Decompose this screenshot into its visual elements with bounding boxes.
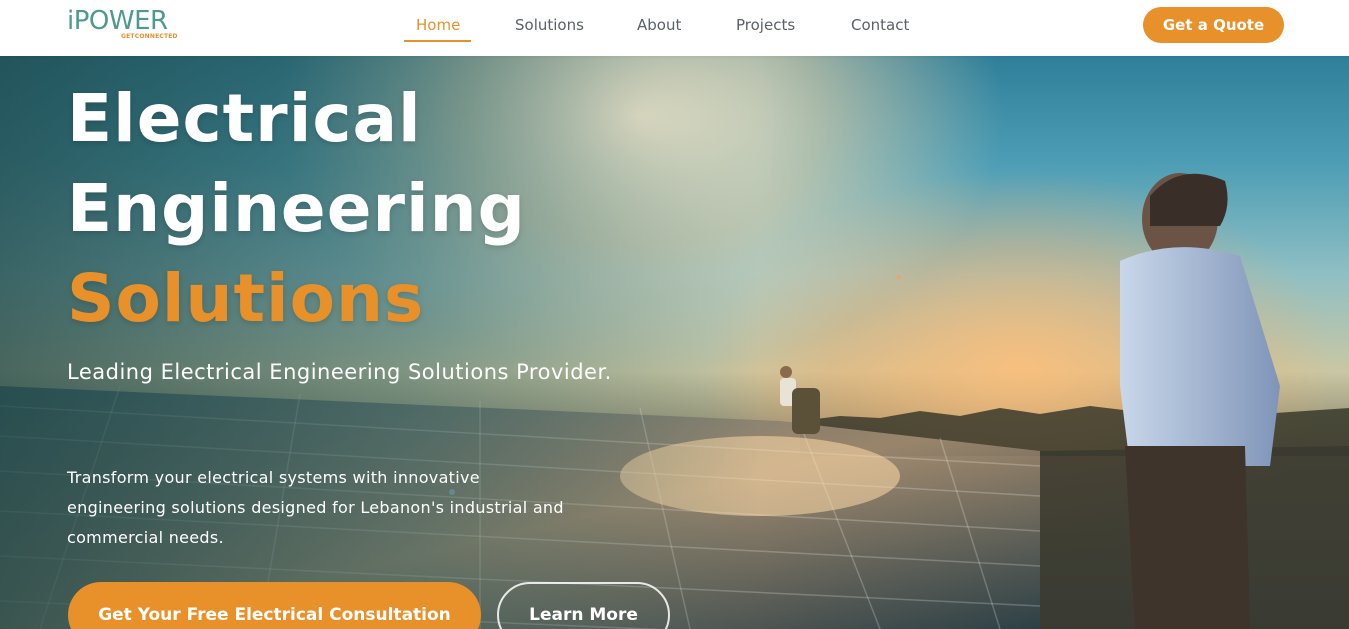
nav-solutions[interactable]: Solutions: [515, 15, 584, 35]
nav-home[interactable]: Home: [416, 15, 460, 35]
hero-title-accent: Solutions: [67, 260, 425, 337]
get-a-quote-button[interactable]: Get a Quote: [1143, 7, 1284, 43]
hero-subtitle: Leading Electrical Engineering Solutions…: [67, 360, 612, 384]
hero-title-line-1: Electrical: [67, 80, 422, 157]
nav-contact[interactable]: Contact: [851, 15, 909, 35]
top-navbar: iPOWER GETCONNECTED Home Solutions About…: [0, 0, 1349, 56]
nav-projects[interactable]: Projects: [736, 15, 795, 35]
free-consultation-button[interactable]: Get Your Free Electrical Consultation: [68, 582, 481, 629]
hero-description: Transform your electrical systems with i…: [67, 468, 564, 547]
learn-more-button[interactable]: Learn More: [497, 582, 670, 629]
hero-title-line-2: Engineering: [67, 170, 526, 247]
nav-active-indicator: [404, 40, 471, 42]
hero-title: Electrical Engineering Solutions: [67, 74, 767, 344]
nav-about[interactable]: About: [637, 15, 681, 35]
